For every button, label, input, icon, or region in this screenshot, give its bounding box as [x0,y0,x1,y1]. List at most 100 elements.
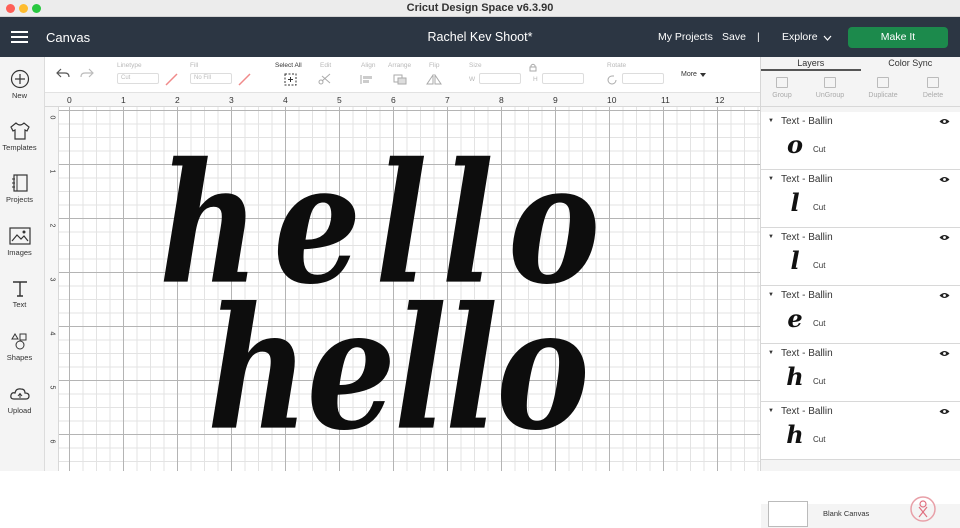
flip-label: Flip [429,62,439,69]
tab-layers[interactable]: Layers [761,57,861,71]
layer-operation: Cut [813,203,825,212]
more-menu[interactable]: More [681,71,697,78]
ruler-tick-label: 5 [48,386,55,390]
ruler-tick-label: 4 [48,332,55,336]
ruler-tick-label: 6 [391,95,396,105]
delete-button[interactable]: Delete [915,77,951,99]
my-projects-link[interactable]: My Projects [658,31,713,43]
linetype-color-swatch-icon[interactable] [165,73,178,86]
layer-name: Text - Ballin [781,348,833,359]
align-icon[interactable] [360,74,376,85]
caret-down-icon[interactable]: ▼ [768,292,774,298]
design-canvas[interactable]: hello hello [59,107,760,471]
layer-name: Text - Ballin [781,174,833,185]
layer-thumbnail: l [781,188,809,217]
sidebar-item-new[interactable]: New [0,69,39,100]
image-icon [9,226,31,246]
text-t-icon [10,278,30,298]
arrange-icon[interactable] [393,74,409,85]
duplicate-button[interactable]: Duplicate [865,77,901,99]
chevron-down-icon[interactable] [823,35,832,41]
sidebar-item-shapes[interactable]: Shapes [0,331,39,362]
group-button[interactable]: Group [764,77,800,99]
caret-down-icon[interactable]: ▼ [768,118,774,124]
sidebar-item-label: Images [7,248,32,257]
select-all-label: Select All [275,62,302,69]
rotate-label: Rotate [607,62,626,69]
layer-name: Text - Ballin [781,290,833,301]
hamburger-menu-icon[interactable] [11,31,28,43]
caret-down-icon[interactable]: ▼ [768,408,774,414]
ruler-tick-label: 1 [121,95,126,105]
flip-icon[interactable] [426,74,442,85]
canvas-text-hello-bottom[interactable]: hello [207,286,588,454]
layer-operation: Cut [813,319,825,328]
layer-thumbnail: l [781,246,809,275]
size-height-input[interactable] [542,73,584,84]
sidebar-item-projects[interactable]: Projects [0,173,39,204]
eye-icon[interactable] [939,234,950,241]
rotate-icon[interactable] [606,74,618,86]
blank-canvas-row[interactable]: Blank Canvas [761,504,960,528]
explore-menu[interactable]: Explore [782,31,818,43]
notebook-icon [10,173,30,193]
ruler-tick-label: 8 [499,95,504,105]
undo-icon[interactable] [56,67,70,78]
eye-icon[interactable] [939,176,950,183]
fill-label: Fill [190,62,198,69]
layer-row[interactable]: ▼ Text - Ballin h Cut [761,344,960,402]
ruler-tick-label: 2 [175,95,180,105]
duplicate-icon [877,77,889,88]
eye-icon[interactable] [939,350,950,357]
ungroup-button[interactable]: UnGroup [812,77,848,99]
make-it-button[interactable]: Make It [848,27,948,48]
layer-row[interactable]: ▼ Text - Ballin l Cut [761,228,960,286]
sidebar-item-text[interactable]: Text [0,278,39,309]
app-header: Canvas Rachel Kev Shoot* My Projects Sav… [0,17,960,57]
select-all-icon[interactable] [284,73,297,86]
eye-icon[interactable] [939,408,950,415]
ruler-tick-label: 3 [229,95,234,105]
tshirt-icon [9,121,31,141]
blank-canvas-thumbnail [768,501,808,527]
size-label: Size [469,62,482,69]
cloud-upload-icon [9,384,31,404]
lock-icon[interactable] [529,63,537,72]
panel-tabs: Layers Color Sync [761,57,960,71]
linetype-select[interactable]: Cut [117,73,159,84]
sidebar-item-images[interactable]: Images [0,226,39,257]
sidebar-item-label: Text [13,300,27,309]
layer-thumbnail: h [781,362,809,391]
fill-select[interactable]: No Fill [190,73,232,84]
caret-down-icon[interactable]: ▼ [768,176,774,182]
size-width-input[interactable] [479,73,521,84]
save-link[interactable]: Save [722,31,746,43]
edit-scissors-icon[interactable] [318,73,334,85]
eye-icon[interactable] [939,118,950,125]
sidebar-item-upload[interactable]: Upload [0,384,39,415]
arrange-label: Arrange [388,62,411,69]
eye-icon[interactable] [939,292,950,299]
trash-icon [927,77,939,88]
sidebar-item-templates[interactable]: Templates [0,121,39,152]
layer-name: Text - Ballin [781,116,833,127]
tab-color-sync[interactable]: Color Sync [861,57,960,71]
ruler-tick-label: 0 [48,116,55,120]
rotate-input[interactable] [622,73,664,84]
edit-toolbar: Linetype Cut Fill No Fill Select All Edi… [45,57,760,93]
size-w-label: W [469,76,475,83]
ruler-tick-label: 1 [48,170,55,174]
layer-name: Text - Ballin [781,406,833,417]
layer-row[interactable]: ▼ Text - Ballin e Cut [761,286,960,344]
blank-canvas-label: Blank Canvas [823,509,869,518]
caret-down-icon[interactable]: ▼ [768,350,774,356]
redo-icon[interactable] [80,67,94,78]
sidebar-item-label: Templates [2,143,36,152]
fill-color-swatch-icon[interactable] [238,73,251,86]
layer-row[interactable]: ▼ Text - Ballin l Cut [761,170,960,228]
layer-row[interactable]: ▼ Text - Ballin o Cut [761,112,960,170]
layer-row[interactable]: ▼ Text - Ballin h Cut [761,402,960,460]
layer-name: Text - Ballin [781,232,833,243]
linetype-label: Linetype [117,62,142,69]
caret-down-icon[interactable]: ▼ [768,234,774,240]
